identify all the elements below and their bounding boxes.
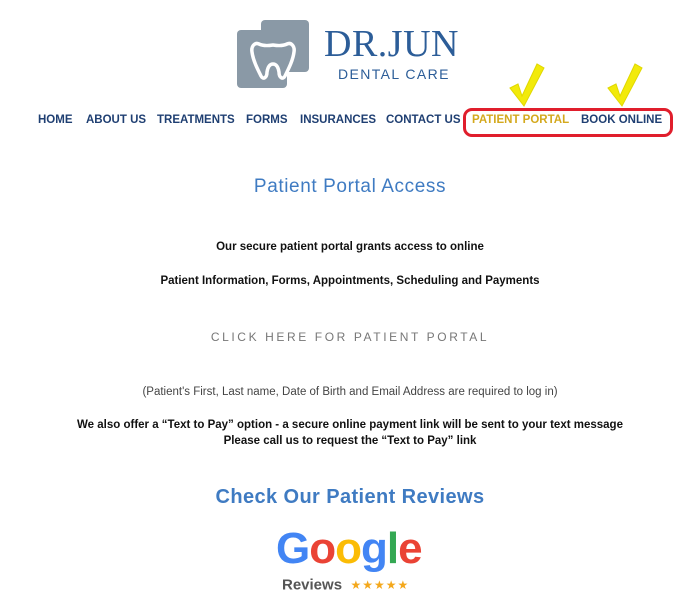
patient-portal-link[interactable]: CLICK HERE FOR PATIENT PORTAL xyxy=(0,330,700,344)
page-title: Patient Portal Access xyxy=(253,176,447,197)
reviews-label: Reviews xyxy=(282,576,343,594)
star-icon: ★★★★★ xyxy=(350,577,410,592)
text-to-pay-line-2: Please call us to request the “Text to P… xyxy=(223,435,477,447)
intro-line-2: Patient Information, Forms, Appointments… xyxy=(160,275,540,287)
text-to-pay-line-1: We also offer a “Text to Pay” option - a… xyxy=(77,419,623,431)
google-reviews-row[interactable]: Reviews ★★★★★ xyxy=(282,576,409,594)
nav-insurances[interactable]: INSURANCES xyxy=(300,114,376,126)
brand-name[interactable]: DR.JUN xyxy=(324,22,459,66)
google-letter: o xyxy=(335,524,362,573)
nav-highlight-box xyxy=(463,108,673,137)
checkmark-icon xyxy=(604,62,644,110)
intro-line-1: Our secure patient portal grants access … xyxy=(216,241,484,253)
nav-about-us[interactable]: ABOUT US xyxy=(86,114,146,126)
google-letter: e xyxy=(398,524,423,573)
reviews-heading: Check Our Patient Reviews xyxy=(215,486,485,508)
google-letter: g xyxy=(361,524,388,573)
google-letter: l xyxy=(386,524,399,573)
checkmark-icon xyxy=(506,62,546,110)
google-letter: o xyxy=(309,524,336,573)
nav-contact-us[interactable]: CONTACT US xyxy=(386,114,461,126)
login-requirements-note: (Patient's First, Last name, Date of Bir… xyxy=(142,386,558,398)
brand-tagline: DENTAL CARE xyxy=(338,66,450,82)
google-reviews-logo[interactable]: Google xyxy=(276,524,423,574)
nav-home[interactable]: HOME xyxy=(38,114,73,126)
nav-treatments[interactable]: TREATMENTS xyxy=(157,114,235,126)
nav-forms[interactable]: FORMS xyxy=(246,114,288,126)
tooth-logo-icon[interactable] xyxy=(237,20,309,92)
google-letter: G xyxy=(276,524,310,573)
